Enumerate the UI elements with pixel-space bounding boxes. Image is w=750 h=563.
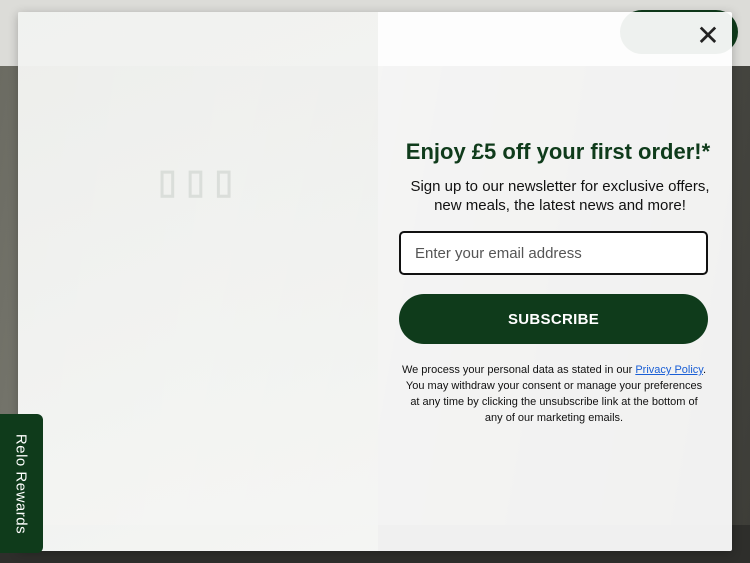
privacy-policy-link[interactable]: Privacy Policy: [635, 364, 703, 376]
faded-hero-graphic: ▯ ▯ ▯: [158, 163, 234, 201]
legal-text-prefix: We process your personal data as stated …: [401, 364, 636, 376]
modal-image-panel: ▯ ▯ ▯: [18, 12, 378, 551]
rewards-tab-label: Relo Rewards: [12, 433, 30, 535]
subscribe-button[interactable]: SUBSCRIBE: [399, 294, 708, 344]
newsletter-modal: ▯ ▯ ▯ ✕ Enjoy £5 off your first order!* …: [18, 12, 732, 551]
legal-notice: We process your personal data as stated …: [400, 362, 708, 426]
popup-headline: Enjoy £5 off your first order!*: [405, 139, 711, 164]
email-field[interactable]: [399, 231, 708, 275]
rewards-tab[interactable]: Relo Rewards: [0, 414, 43, 553]
popup-subtext: Sign up to our newsletter for exclusive …: [410, 178, 710, 214]
close-icon[interactable]: ✕: [694, 22, 722, 50]
